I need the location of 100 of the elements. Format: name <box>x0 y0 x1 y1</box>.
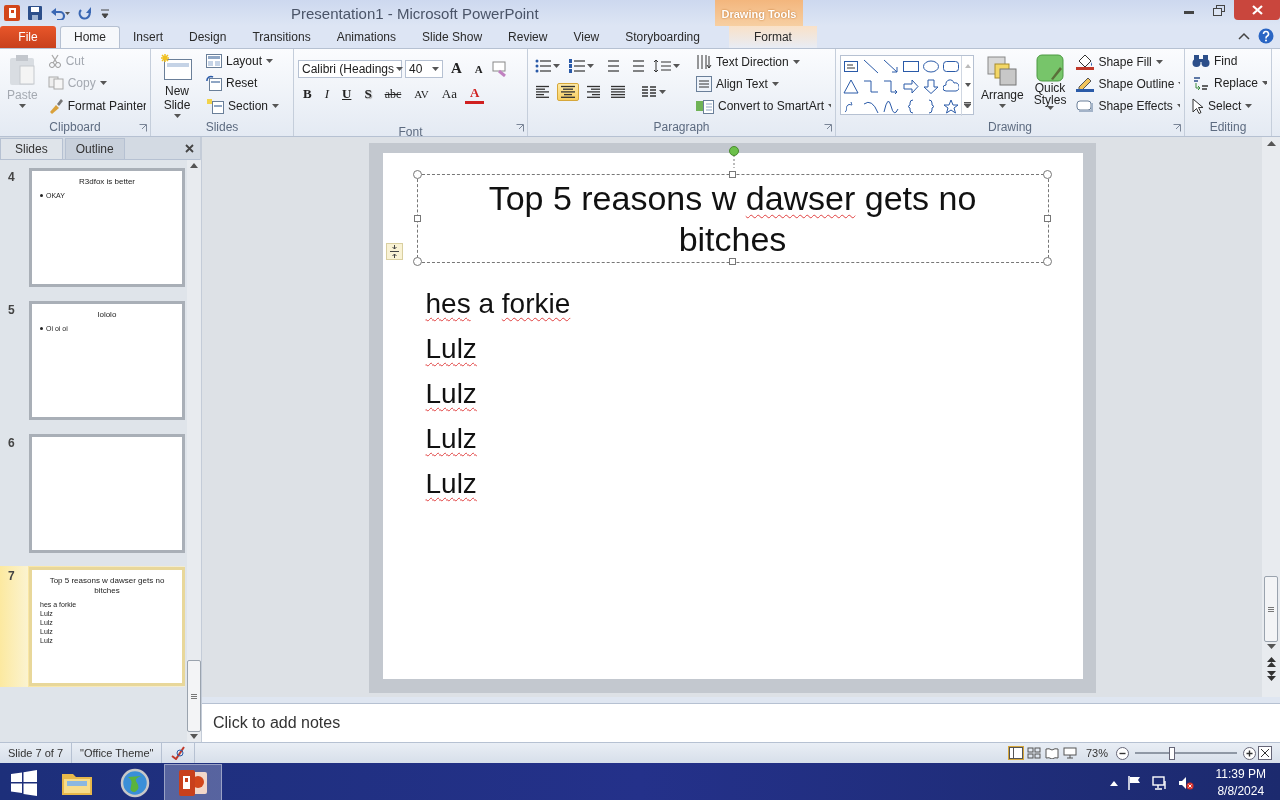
dialog-launcher-icon[interactable] <box>516 124 524 132</box>
align-text-button[interactable]: Align Text <box>693 76 831 92</box>
ribbon-tab[interactable]: Storyboarding <box>612 26 713 48</box>
shape-button[interactable] <box>883 78 899 94</box>
shape-button[interactable] <box>903 58 919 74</box>
sorter-view-button[interactable] <box>1025 746 1042 760</box>
layout-button[interactable]: Layout <box>203 54 283 68</box>
ribbon-tab[interactable]: Design <box>176 26 240 48</box>
shape-button[interactable] <box>943 98 959 114</box>
undo-icon[interactable] <box>50 6 70 20</box>
fit-to-window-icon[interactable] <box>1258 746 1272 760</box>
find-button[interactable]: Find <box>1189 54 1267 68</box>
resize-handle[interactable] <box>1042 170 1052 179</box>
zoom-in-icon[interactable] <box>1243 746 1256 760</box>
scroll-down-icon[interactable] <box>964 83 971 87</box>
next-slide-icon[interactable] <box>1266 671 1276 681</box>
resize-handle[interactable] <box>1042 257 1052 266</box>
dialog-launcher-icon[interactable] <box>1173 124 1181 132</box>
section-button[interactable]: Section <box>203 98 283 114</box>
ribbon-tab[interactable]: Transitions <box>239 26 324 48</box>
shape-button[interactable] <box>843 58 859 74</box>
align-center-button[interactable] <box>557 83 579 101</box>
ribbon-tab[interactable]: Format <box>728 26 817 48</box>
pane-tab[interactable]: Outline <box>64 138 125 159</box>
color-button[interactable]: A <box>464 84 485 104</box>
close-button[interactable] <box>1234 0 1280 20</box>
resize-handle[interactable] <box>728 171 736 178</box>
file-tab[interactable]: File <box>0 26 56 48</box>
select-button[interactable]: Select <box>1189 98 1267 114</box>
autofit-icon[interactable] <box>385 243 403 260</box>
shape-button[interactable] <box>883 98 899 114</box>
dialog-launcher-icon[interactable] <box>139 124 147 132</box>
speaker-muted-icon[interactable] <box>1177 776 1194 790</box>
normal-view-button[interactable] <box>1007 746 1024 760</box>
resize-handle[interactable] <box>412 170 422 179</box>
redo-icon[interactable] <box>78 6 92 20</box>
customize-icon[interactable] <box>100 7 110 19</box>
previous-slide-icon[interactable] <box>1266 657 1276 667</box>
convert-smartart-button[interactable]: Convert to SmartArt <box>693 98 831 114</box>
shape-button[interactable] <box>923 78 939 94</box>
scroll-down-icon[interactable] <box>190 734 198 739</box>
shape-button[interactable] <box>923 58 939 74</box>
zoom-level[interactable]: 73% <box>1079 747 1114 759</box>
grow-font-button[interactable]: A <box>446 59 467 78</box>
strike-button[interactable]: abc <box>379 85 407 103</box>
shape-button[interactable] <box>903 78 919 94</box>
zoom-out-icon[interactable] <box>1116 746 1129 760</box>
resize-handle[interactable] <box>412 257 422 266</box>
painter-button[interactable]: Format Painter <box>44 98 146 114</box>
show-view-button[interactable] <box>1061 746 1078 760</box>
show-hidden-icons-icon[interactable] <box>1109 780 1118 786</box>
more-icon[interactable] <box>964 102 971 109</box>
pane-tab[interactable]: Slides <box>0 138 63 159</box>
save-icon[interactable] <box>28 6 42 20</box>
replace-button[interactable]: Replace <box>1189 75 1267 91</box>
shrink-font-button[interactable]: A <box>469 61 488 76</box>
text-direction-button[interactable]: Text Direction <box>693 54 831 70</box>
spell-check-icon[interactable] <box>170 746 187 760</box>
close-icon[interactable] <box>185 143 194 153</box>
ribbon-tab[interactable]: Slide Show <box>409 26 496 48</box>
font-name-field[interactable]: Calibri (Headings <box>298 59 402 78</box>
shape-button[interactable] <box>843 78 859 94</box>
notes-field[interactable]: Click to add notes <box>202 703 1280 742</box>
slide-thumbnail[interactable] <box>29 434 185 553</box>
scroll-thumb[interactable] <box>1264 576 1278 642</box>
spacing-button[interactable]: AV <box>409 87 434 101</box>
case-button[interactable]: Aa <box>436 85 462 103</box>
clock[interactable]: 11:39 PM 8/8/2024 <box>1215 766 1266 800</box>
app-icon[interactable] <box>4 5 20 21</box>
scroll-thumb[interactable] <box>187 660 201 732</box>
ribbon-tab[interactable]: Insert <box>120 26 177 48</box>
italic-button[interactable]: I <box>319 85 334 103</box>
shape-fill-button[interactable]: Shape Fill <box>1073 54 1180 70</box>
resize-handle[interactable] <box>1043 214 1051 222</box>
quick-styles-button[interactable]: Quick Styles <box>1030 52 1070 118</box>
numbering-button[interactable] <box>566 57 597 75</box>
scroll-down-icon[interactable] <box>1266 644 1276 649</box>
shape-button[interactable] <box>883 58 899 74</box>
clear-formatting-icon[interactable] <box>490 60 509 77</box>
dialog-launcher-icon[interactable] <box>824 124 832 132</box>
arrange-button[interactable]: Arrange <box>978 52 1027 118</box>
scroll-up-icon[interactable] <box>1266 141 1276 146</box>
shape-button[interactable] <box>943 78 959 94</box>
resize-handle[interactable] <box>728 258 736 265</box>
help-icon[interactable] <box>1258 28 1274 44</box>
reading-view-button[interactable] <box>1043 746 1060 760</box>
font-size-field[interactable]: 40 <box>405 59 443 78</box>
resize-handle[interactable] <box>413 214 421 222</box>
shape-outline-button[interactable]: Shape Outline <box>1073 76 1180 92</box>
shape-button[interactable] <box>943 58 959 74</box>
shape-button[interactable] <box>863 58 879 74</box>
scroll-up-icon[interactable] <box>190 163 198 168</box>
rotate-handle-icon[interactable] <box>728 146 739 168</box>
network-icon[interactable] <box>1151 776 1168 790</box>
minimize-ribbon-icon[interactable] <box>1238 32 1250 40</box>
ribbon-tab[interactable]: Review <box>495 26 561 48</box>
taskbar-app[interactable] <box>164 764 222 800</box>
reset-button[interactable]: Reset <box>203 75 283 91</box>
bold-button[interactable]: B <box>298 85 317 103</box>
shape-effects-button[interactable]: Shape Effects <box>1073 98 1180 114</box>
